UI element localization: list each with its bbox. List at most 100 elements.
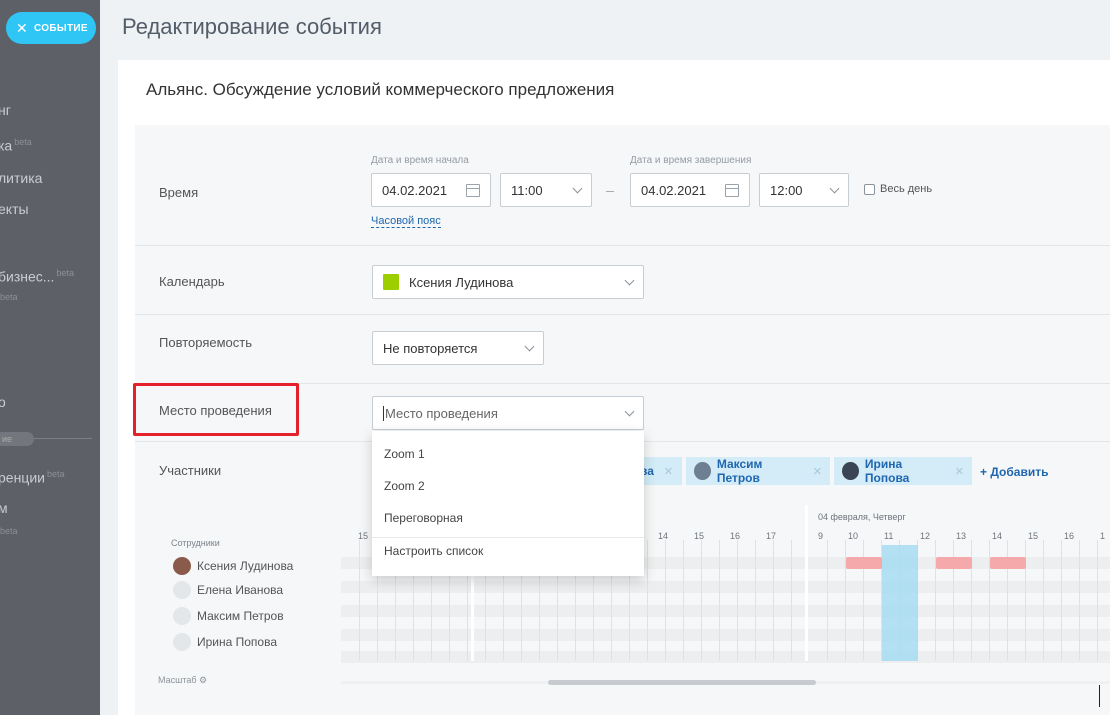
checkbox-icon[interactable] xyxy=(864,183,875,195)
sidebar-item-label: м xyxy=(0,500,8,516)
sidebar-item-label: бизнес... xyxy=(0,268,55,285)
planner-grid-line xyxy=(1043,540,1044,661)
planner-grid-line xyxy=(647,540,648,661)
calendar-value: Ксения Лудинова xyxy=(409,274,514,290)
planner-grid-line xyxy=(773,540,774,661)
selected-time-slot[interactable] xyxy=(882,545,918,661)
calendar-color-swatch xyxy=(383,274,399,290)
timezone-link[interactable]: Часовой пояс xyxy=(371,215,441,228)
planner-grid-line xyxy=(1079,540,1080,661)
participant-name: Ирина Попова xyxy=(864,457,910,485)
busy-slot xyxy=(936,557,972,569)
sidebar-pill[interactable]: ие xyxy=(0,432,34,446)
beta-badge: beta xyxy=(0,292,18,302)
participant-chip[interactable]: Ирина Попова ✕ xyxy=(834,457,972,485)
remove-icon[interactable]: ✕ xyxy=(664,465,673,478)
employee-row[interactable]: Максим Петров xyxy=(173,607,284,625)
planner-grid-line xyxy=(683,540,684,661)
sidebar: ✕ СОБЫТИЕ нг ка beta литика екты бизнес..… xyxy=(0,0,100,715)
sidebar-item-label: екты xyxy=(0,201,29,217)
configure-list-option[interactable]: Настроить список xyxy=(384,544,483,558)
chevron-down-icon xyxy=(829,183,840,194)
sidebar-item[interactable]: бизнес... beta xyxy=(0,268,74,285)
event-button-label: СОБЫТИЕ xyxy=(34,22,88,34)
scale-label: Масштаб xyxy=(158,675,197,685)
sidebar-item[interactable]: м xyxy=(0,500,8,516)
event-name[interactable]: Альянс. Обсуждение условий коммерческого… xyxy=(146,80,614,100)
close-icon: ✕ xyxy=(16,19,29,36)
location-option-zoom-1[interactable]: Zoom 1 xyxy=(384,447,425,461)
location-option-meeting-room[interactable]: Переговорная xyxy=(384,511,463,525)
employee-row[interactable]: Ксения Лудинова xyxy=(173,557,293,575)
add-participant-link[interactable]: + Добавить xyxy=(980,465,1048,479)
chevron-down-icon xyxy=(572,183,583,194)
gear-icon[interactable]: ⚙ xyxy=(199,675,207,685)
sidebar-item[interactable]: ренции beta xyxy=(0,469,65,486)
chevron-down-icon xyxy=(624,275,635,286)
page-title: Редактирование события xyxy=(122,14,382,39)
text-cursor xyxy=(1099,685,1100,707)
employee-name: Елена Иванова xyxy=(197,583,284,597)
calendar-label: Календарь xyxy=(159,274,225,289)
sidebar-item[interactable]: нг xyxy=(0,102,11,118)
avatar xyxy=(842,462,859,480)
sidebar-item[interactable]: beta xyxy=(0,526,18,543)
hour-label: 1 xyxy=(1100,531,1106,541)
location-input[interactable]: Место проведения xyxy=(372,396,644,430)
start-time-select[interactable]: 11:00 xyxy=(500,173,592,207)
repeat-select[interactable]: Не повторяется xyxy=(372,331,544,365)
beta-badge: beta xyxy=(14,137,32,147)
location-highlight-box xyxy=(133,383,299,436)
start-time-value: 11:00 xyxy=(511,182,543,198)
sidebar-item[interactable]: beta xyxy=(0,292,18,309)
sidebar-item[interactable]: о xyxy=(0,394,6,410)
repeat-value: Не повторяется xyxy=(383,340,478,356)
remove-icon[interactable]: ✕ xyxy=(955,465,964,478)
sidebar-item[interactable]: ка beta xyxy=(0,137,32,154)
hour-label: 14 xyxy=(992,531,1003,541)
row-divider xyxy=(135,314,1110,315)
start-date-input[interactable]: 04.02.2021 xyxy=(371,173,491,207)
chevron-down-icon xyxy=(624,406,635,417)
sidebar-item[interactable]: екты xyxy=(0,201,29,217)
employee-row[interactable]: Ирина Попова xyxy=(173,633,277,651)
hour-label: 15 xyxy=(694,531,705,541)
planner-grid-line xyxy=(737,540,738,661)
chevron-down-icon xyxy=(524,341,535,352)
sidebar-divider xyxy=(34,438,92,439)
calendar-icon[interactable] xyxy=(725,184,739,197)
hour-label: 17 xyxy=(766,531,777,541)
end-date-input[interactable]: 04.02.2021 xyxy=(630,173,750,207)
planner-row-stripe xyxy=(341,651,1110,663)
location-dropdown: Zoom 1 Zoom 2 Переговорная Настроить спи… xyxy=(372,431,644,576)
start-date-value: 04.02.2021 xyxy=(382,182,448,198)
avatar xyxy=(173,581,191,599)
sidebar-item-label: литика xyxy=(0,170,43,186)
end-time-select[interactable]: 12:00 xyxy=(759,173,849,207)
planner-grid-line xyxy=(791,540,792,661)
employee-row[interactable]: Елена Иванова xyxy=(173,581,283,599)
hour-label: 13 xyxy=(956,531,967,541)
all-day-checkbox[interactable]: Весь день xyxy=(864,183,932,195)
start-caption: Дата и время начала xyxy=(371,155,469,166)
hour-label: 16 xyxy=(1064,531,1075,541)
day-label: 04 февраля, Четверг xyxy=(818,512,906,522)
sidebar-item[interactable]: литика xyxy=(0,170,42,186)
hour-label: 10 xyxy=(848,531,859,541)
day-separator xyxy=(805,505,808,661)
close-event-button[interactable]: ✕ СОБЫТИЕ xyxy=(6,12,96,44)
busy-slot xyxy=(990,557,1026,569)
location-option-zoom-2[interactable]: Zoom 2 xyxy=(384,479,425,493)
scale-control[interactable]: Масштаб ⚙ xyxy=(158,675,207,686)
hour-label: 9 xyxy=(818,531,824,541)
calendar-select[interactable]: Ксения Лудинова xyxy=(372,265,644,299)
sidebar-item-label: о xyxy=(0,394,6,410)
time-label: Время xyxy=(159,185,199,200)
hour-label: 14 xyxy=(658,531,669,541)
planner-scrollbar[interactable] xyxy=(548,680,816,685)
calendar-icon[interactable] xyxy=(466,184,480,197)
planner-grid-line xyxy=(701,540,702,661)
participant-chip[interactable]: Максим Петров ✕ xyxy=(686,457,830,485)
remove-icon[interactable]: ✕ xyxy=(813,465,822,478)
avatar xyxy=(173,633,191,651)
